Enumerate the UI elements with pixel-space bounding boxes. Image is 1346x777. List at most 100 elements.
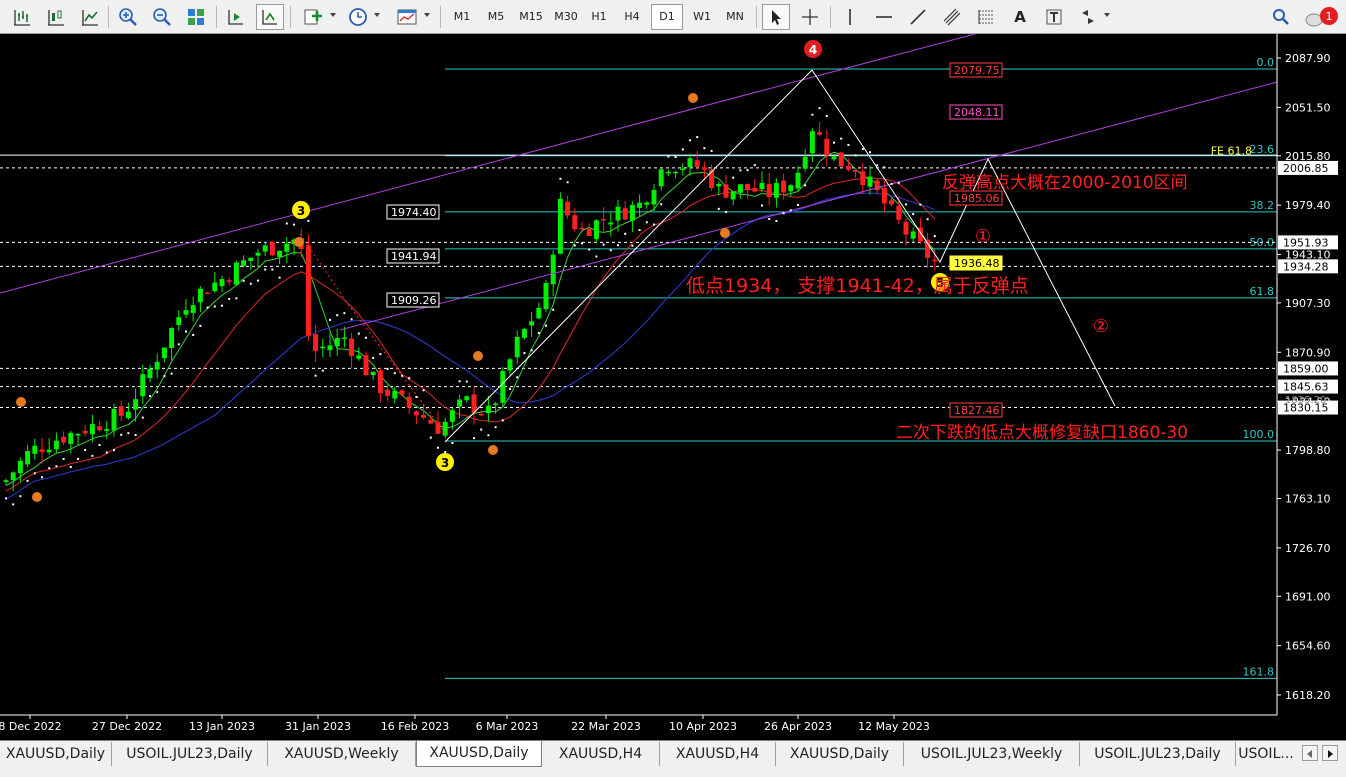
sar-dot bbox=[77, 457, 79, 460]
sar-dot bbox=[5, 497, 7, 500]
text-label-icon[interactable] bbox=[1040, 4, 1068, 30]
tab-usoil-overflow[interactable]: USOIL... bbox=[1236, 742, 1296, 766]
cursor-icon[interactable] bbox=[762, 4, 790, 30]
sar-dot bbox=[840, 137, 843, 140]
candle-body bbox=[824, 138, 830, 156]
tile-windows-icon[interactable] bbox=[182, 4, 210, 30]
candle-body bbox=[3, 480, 9, 482]
chevron-down-icon[interactable] bbox=[424, 13, 430, 17]
fib-level-label: 23.6 bbox=[1250, 143, 1275, 156]
tab-scroll-left-icon[interactable] bbox=[1302, 745, 1318, 761]
tab-xauusd-daily-active[interactable]: XAUUSD,Daily bbox=[416, 741, 542, 767]
timeframe-m30[interactable]: M30 bbox=[549, 4, 583, 30]
sar-dot bbox=[631, 244, 634, 247]
zoom-out-icon[interactable] bbox=[148, 4, 176, 30]
tab-xauusd-h4-2[interactable]: XAUUSD,H4 bbox=[660, 742, 776, 766]
sar-dot bbox=[689, 139, 691, 142]
price-highlight-label: 1951.93 bbox=[1283, 236, 1329, 249]
timeframe-w1[interactable]: W1 bbox=[686, 4, 718, 30]
candle-body bbox=[118, 406, 124, 416]
chevron-down-icon[interactable] bbox=[330, 13, 336, 17]
clock-icon[interactable] bbox=[344, 4, 372, 30]
sar-dot bbox=[595, 255, 598, 258]
fib-price-label: 1941.94 bbox=[391, 250, 437, 263]
candle-body bbox=[61, 436, 67, 443]
sar-dot bbox=[12, 503, 15, 506]
templates-icon[interactable] bbox=[392, 4, 422, 30]
candle-body bbox=[838, 152, 844, 167]
tab-xauusd-h4-1[interactable]: XAUUSD,H4 bbox=[542, 742, 660, 766]
fibonacci-icon[interactable] bbox=[972, 4, 1000, 30]
zoom-in-icon[interactable] bbox=[114, 4, 142, 30]
autoscroll-icon[interactable] bbox=[256, 4, 284, 30]
toolbar: M1 M5 M15 M30 H1 H4 D1 W1 MN A 1 bbox=[0, 0, 1346, 34]
arrows-icon[interactable] bbox=[1074, 4, 1102, 30]
candle-body bbox=[716, 183, 722, 187]
candle-body bbox=[889, 200, 895, 205]
sar-dot bbox=[473, 437, 475, 440]
candle-body bbox=[277, 250, 283, 257]
circled-number-1: ① bbox=[975, 226, 991, 247]
sar-dot bbox=[725, 211, 727, 214]
sar-dot bbox=[415, 396, 418, 399]
new-indicator-icon[interactable] bbox=[298, 4, 328, 30]
minor-wave-marker bbox=[294, 237, 304, 247]
candle-body bbox=[514, 336, 520, 358]
annotation-rebound: 反弹高点大概在2000-2010区间 bbox=[942, 173, 1188, 193]
tab-usoil-daily-2[interactable]: USOIL.JUL23,Daily bbox=[1080, 742, 1236, 766]
text-tool-icon[interactable]: A bbox=[1006, 4, 1034, 30]
candle-body bbox=[694, 160, 700, 167]
channel-icon[interactable] bbox=[938, 4, 966, 30]
tab-xauusd-daily-2[interactable]: XAUUSD,Daily bbox=[776, 742, 904, 766]
timeframe-mn[interactable]: MN bbox=[719, 4, 751, 30]
timeframe-h4[interactable]: H4 bbox=[616, 4, 648, 30]
price-chart[interactable]: 0.0 23.6 38.2 50.0 61.8 100.0 161.8 FE 61.8 197… bbox=[0, 33, 1346, 740]
crosshair-icon[interactable] bbox=[796, 4, 824, 30]
svg-text:1: 1 bbox=[1326, 10, 1333, 23]
candle-body bbox=[413, 411, 419, 416]
timeframe-h1[interactable]: H1 bbox=[584, 4, 614, 30]
line-chart-icon[interactable] bbox=[76, 4, 104, 30]
tab-xauusd-daily-1[interactable]: XAUUSD,Daily bbox=[0, 742, 112, 766]
candlestick-chart-icon[interactable] bbox=[42, 4, 70, 30]
channel-upper-line bbox=[0, 33, 976, 294]
candle-body bbox=[809, 131, 815, 154]
candle-body bbox=[485, 405, 491, 414]
sar-dot bbox=[883, 166, 886, 169]
tab-scroll-right-icon[interactable] bbox=[1322, 745, 1338, 761]
candle-body bbox=[737, 184, 743, 193]
vertical-line-icon[interactable] bbox=[836, 4, 864, 30]
search-icon[interactable] bbox=[1268, 4, 1294, 30]
sar-dot bbox=[365, 336, 367, 339]
timeframe-m1[interactable]: M1 bbox=[446, 4, 478, 30]
minor-wave-marker bbox=[16, 397, 26, 407]
sar-dot bbox=[33, 472, 36, 475]
candle-body bbox=[356, 355, 362, 359]
candle-body bbox=[406, 396, 412, 408]
tab-xauusd-weekly[interactable]: XAUUSD,Weekly bbox=[268, 742, 416, 766]
notifications-icon[interactable]: 1 bbox=[1302, 4, 1342, 30]
candle-body bbox=[25, 451, 31, 465]
tab-usoil-daily-1[interactable]: USOIL.JUL23,Daily bbox=[112, 742, 268, 766]
timeframe-m5[interactable]: M5 bbox=[480, 4, 512, 30]
date-label: 13 Jan 2023 bbox=[189, 720, 255, 733]
chart-canvas[interactable]: 0.023.638.250.061.8100.0161.8FE 61.8 197… bbox=[0, 33, 1346, 740]
candle-body bbox=[766, 183, 772, 198]
horizontal-line-icon[interactable] bbox=[870, 4, 898, 30]
timeframe-d1[interactable]: D1 bbox=[651, 4, 683, 30]
candle-body bbox=[169, 328, 175, 348]
candle-body bbox=[925, 239, 931, 258]
sar-dot bbox=[120, 433, 123, 436]
chart-shift-icon[interactable] bbox=[222, 4, 250, 30]
trendline-icon[interactable] bbox=[904, 4, 932, 30]
timeframe-m15[interactable]: M15 bbox=[514, 4, 548, 30]
candle-body bbox=[644, 202, 650, 205]
candle-body bbox=[10, 472, 16, 481]
chevron-down-icon[interactable] bbox=[1104, 13, 1110, 17]
bar-chart-icon[interactable] bbox=[8, 4, 36, 30]
tab-usoil-weekly[interactable]: USOIL.JUL23,Weekly bbox=[904, 742, 1080, 766]
chevron-down-icon[interactable] bbox=[374, 13, 380, 17]
candle-body bbox=[586, 228, 592, 236]
candle-body bbox=[471, 394, 477, 413]
sar-dot bbox=[487, 434, 490, 437]
